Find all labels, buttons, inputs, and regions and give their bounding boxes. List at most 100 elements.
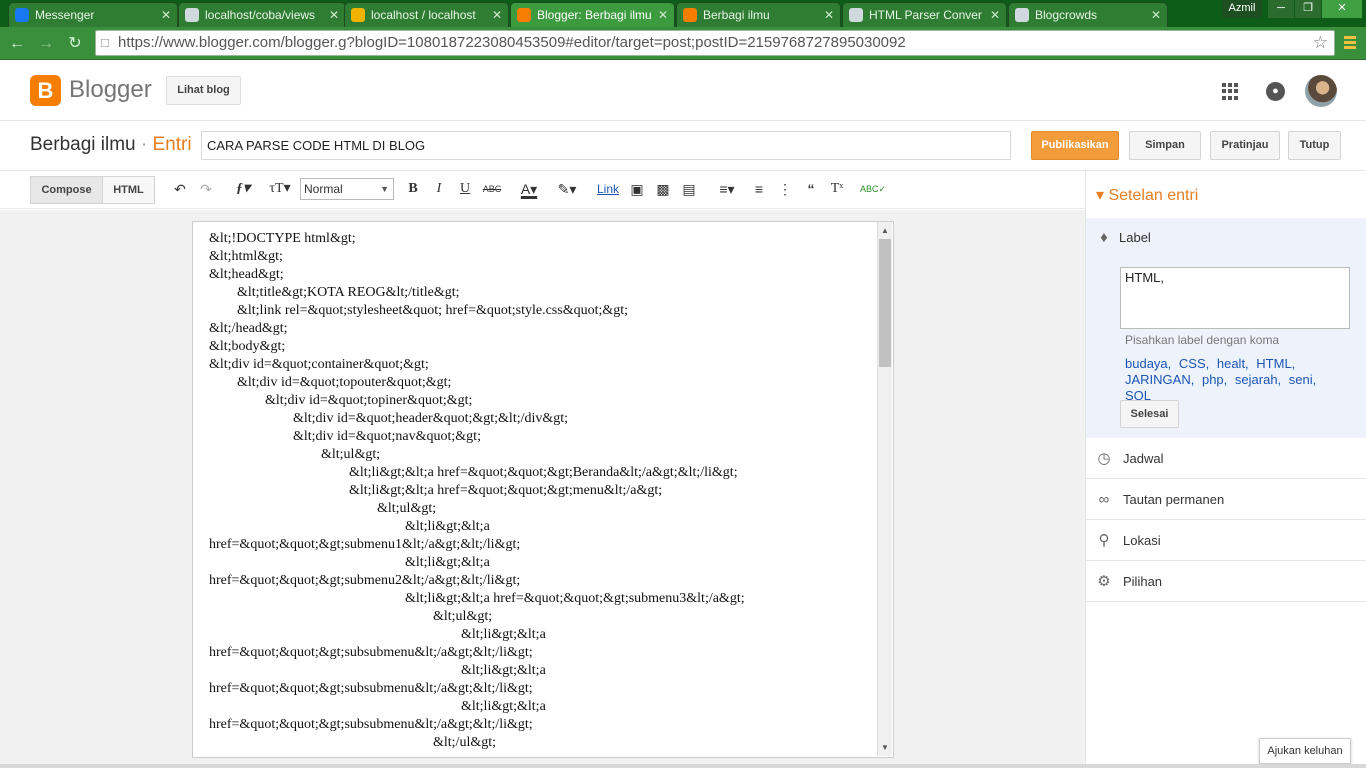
- minimize-icon[interactable]: ─: [1268, 0, 1294, 18]
- spellcheck-icon[interactable]: ABC✓: [860, 179, 886, 199]
- browser-tab-label: HTML Parser Conver: [869, 8, 982, 22]
- code-line: &lt;div id=&quot;topouter&quot;&gt;: [209, 375, 452, 390]
- browser-tab[interactable]: Blogger: Berbagi ilmu ✕: [510, 2, 675, 27]
- compose-mode-button[interactable]: Compose: [30, 176, 103, 204]
- post-settings-heading[interactable]: ▾ Setelan entri: [1096, 185, 1198, 205]
- insert-jump-break-icon[interactable]: ▤: [680, 179, 698, 199]
- clear-formatting-icon[interactable]: Tˣ: [828, 179, 846, 199]
- sidebar-item-schedule[interactable]: Jadwal: [1086, 438, 1366, 479]
- blogger-logo-icon[interactable]: B: [30, 75, 61, 106]
- address-bar[interactable]: □ https://www.blogger.com/blogger.g?blog…: [95, 30, 1335, 56]
- label-hint: Pisahkan label dengan koma: [1125, 333, 1280, 347]
- code-line: &lt;li&gt;&lt;a: [209, 663, 546, 678]
- close-window-icon[interactable]: ✕: [1322, 0, 1362, 18]
- sidebar-item-label: Lokasi: [1123, 533, 1161, 548]
- label-input[interactable]: HTML,: [1120, 267, 1350, 329]
- post-body-editor[interactable]: &lt;!DOCTYPE html&gt; &lt;html&gt; &lt;hea…: [192, 221, 894, 758]
- page-icon: [849, 8, 863, 22]
- code-line: &lt;!DOCTYPE html&gt;: [209, 231, 356, 246]
- format-select[interactable]: Normal ▼: [300, 178, 394, 200]
- publish-button[interactable]: Publikasikan: [1031, 131, 1119, 160]
- location-pin-icon: ⚲: [1098, 532, 1110, 549]
- browser-tab[interactable]: Berbagi ilmu ✕: [676, 2, 841, 27]
- text-color-icon[interactable]: A▾: [514, 179, 544, 199]
- forward-arrow-icon[interactable]: →: [35, 34, 57, 54]
- apps-grid-icon[interactable]: [1222, 83, 1239, 100]
- sidebar-item-location[interactable]: Lokasi: [1086, 520, 1366, 561]
- label-link[interactable]: budaya,: [1125, 356, 1171, 371]
- close-tab-icon[interactable]: ✕: [161, 8, 171, 22]
- close-tab-icon[interactable]: ✕: [658, 8, 668, 22]
- label-link[interactable]: JARINGAN,: [1125, 372, 1194, 387]
- browser-tab[interactable]: HTML Parser Conver ✕: [842, 2, 1007, 27]
- save-button[interactable]: Simpan: [1129, 131, 1201, 160]
- browser-tab[interactable]: localhost / localhost ✕: [344, 2, 509, 27]
- highlight-color-icon[interactable]: ✎▾: [552, 179, 582, 199]
- gear-icon: ⚙: [1097, 573, 1111, 590]
- post-settings-heading-text: Setelan entri: [1108, 187, 1199, 204]
- italic-icon[interactable]: I: [430, 179, 448, 199]
- close-tab-icon[interactable]: ✕: [1151, 8, 1161, 22]
- code-line: &lt;div id=&quot;topiner&quot;&gt;: [209, 393, 473, 408]
- post-body-text[interactable]: &lt;!DOCTYPE html&gt; &lt;html&gt; &lt;hea…: [209, 230, 869, 752]
- underline-icon[interactable]: U: [456, 179, 474, 199]
- editor-scrollbar-thumb[interactable]: [879, 239, 891, 367]
- view-blog-button[interactable]: Lihat blog: [166, 76, 241, 105]
- code-line: &lt;/ul&gt;: [209, 735, 497, 750]
- close-tab-icon[interactable]: ✕: [329, 8, 339, 22]
- numbered-list-icon[interactable]: ≡: [750, 179, 768, 199]
- redo-icon[interactable]: ↷: [197, 179, 215, 199]
- close-tab-icon[interactable]: ✕: [990, 8, 1000, 22]
- sidebar-item-permalink[interactable]: Tautan permanen: [1086, 479, 1366, 520]
- format-select-value: Normal: [304, 182, 343, 196]
- browser-tab[interactable]: Blogcrowds ✕: [1008, 2, 1168, 27]
- browser-tab[interactable]: localhost/coba/views ✕: [178, 2, 346, 27]
- browser-menu-icon[interactable]: [1344, 36, 1356, 52]
- scroll-down-icon[interactable]: ▼: [879, 742, 891, 754]
- link-button[interactable]: Link: [594, 179, 622, 199]
- label-link[interactable]: php,: [1202, 372, 1227, 387]
- close-tab-icon[interactable]: ✕: [824, 8, 834, 22]
- label-link[interactable]: CSS,: [1179, 356, 1209, 371]
- blogger-logo-text[interactable]: Blogger: [69, 76, 152, 104]
- existing-labels: budaya, CSS, healt, HTML, JARINGAN, php,…: [1125, 356, 1350, 404]
- back-arrow-icon[interactable]: ←: [6, 34, 28, 54]
- reload-icon[interactable]: ↻: [64, 34, 86, 54]
- preview-button[interactable]: Pratinjau: [1210, 131, 1280, 160]
- insert-video-icon[interactable]: ▩: [654, 179, 672, 199]
- label-link[interactable]: sejarah,: [1235, 372, 1281, 387]
- messenger-icon: [15, 8, 29, 22]
- browser-tab[interactable]: Messenger ✕: [8, 2, 178, 27]
- avatar[interactable]: [1305, 75, 1337, 107]
- label-link[interactable]: healt,: [1217, 356, 1249, 371]
- notifications-bell-icon[interactable]: ●: [1266, 82, 1285, 101]
- close-tab-icon[interactable]: ✕: [492, 8, 502, 22]
- sidebar-item-options[interactable]: Pilihan: [1086, 561, 1366, 602]
- bookmark-star-icon[interactable]: ☆: [1313, 31, 1328, 55]
- maximize-icon[interactable]: ❐: [1295, 0, 1321, 18]
- code-line: &lt;/head&gt;: [209, 321, 288, 336]
- sidebar-item-label: Jadwal: [1123, 451, 1164, 466]
- undo-icon[interactable]: ↶: [171, 179, 189, 199]
- font-size-icon[interactable]: τT▾: [264, 179, 296, 199]
- bullet-list-icon[interactable]: ⋮: [776, 179, 794, 199]
- strikethrough-icon[interactable]: ABC: [482, 179, 502, 199]
- browser-tab-label: Messenger: [35, 8, 95, 22]
- close-button[interactable]: Tutup: [1288, 131, 1341, 160]
- label-section-title[interactable]: Label: [1119, 230, 1151, 245]
- insert-image-icon[interactable]: ▣: [628, 179, 646, 199]
- label-link[interactable]: HTML,: [1256, 356, 1295, 371]
- send-feedback-button[interactable]: Ajukan keluhan: [1259, 738, 1351, 764]
- done-button[interactable]: Selesai: [1120, 400, 1179, 428]
- browser-user-profile[interactable]: Azmil: [1222, 0, 1262, 18]
- html-mode-button[interactable]: HTML: [102, 176, 155, 204]
- font-family-icon[interactable]: ƒ▾: [228, 179, 258, 199]
- section-name[interactable]: Entri: [153, 134, 192, 155]
- bold-icon[interactable]: B: [404, 179, 422, 199]
- post-title-input[interactable]: [201, 131, 1011, 160]
- scroll-up-icon[interactable]: ▲: [879, 225, 891, 237]
- align-icon[interactable]: ≡▾: [712, 179, 742, 199]
- blog-name[interactable]: Berbagi ilmu: [30, 134, 136, 155]
- quote-icon[interactable]: “: [802, 179, 820, 199]
- label-link[interactable]: seni,: [1289, 372, 1316, 387]
